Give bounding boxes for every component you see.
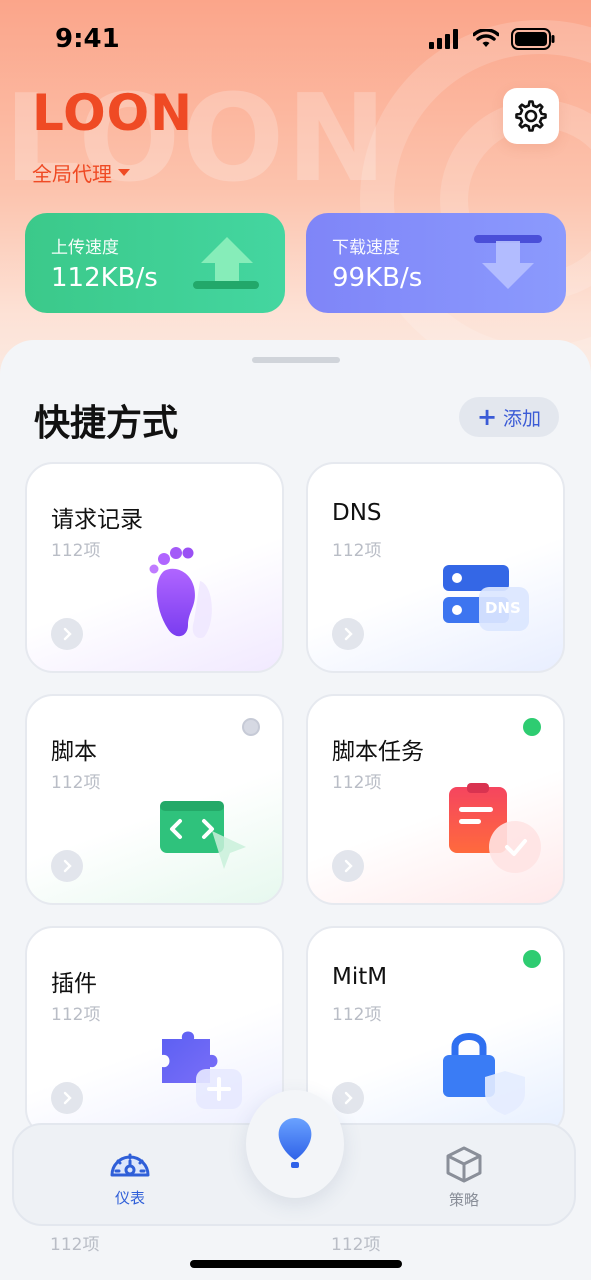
card-count: 112项 <box>332 1005 382 1025</box>
clipboard-task-icon <box>449 783 541 873</box>
dashboard-gauge-icon <box>110 1153 150 1177</box>
status-time: 9:41 <box>55 24 120 54</box>
lock-shield-icon <box>443 1033 525 1115</box>
card-open-button[interactable] <box>332 1082 364 1114</box>
wifi-icon <box>473 29 499 47</box>
card-count-peek-right: 112项 <box>331 1235 381 1255</box>
cube-icon <box>446 1146 482 1183</box>
card-count: 112项 <box>51 1005 101 1025</box>
card-open-button[interactable] <box>332 850 364 882</box>
card-open-button[interactable] <box>332 618 364 650</box>
upload-speed-label: 上传速度 <box>51 238 119 258</box>
card-count-peek-left: 112项 <box>50 1235 100 1255</box>
card-count: 112项 <box>332 773 382 793</box>
home-indicator[interactable] <box>190 1260 402 1268</box>
add-shortcut-button[interactable]: + 添加 <box>459 397 559 437</box>
card-open-button[interactable] <box>51 1082 83 1114</box>
footprint-icon <box>149 547 212 639</box>
plus-icon: + <box>476 403 498 431</box>
status-dot-on <box>523 950 541 968</box>
shortcut-card-plugins[interactable]: 插件 112项 <box>25 926 284 1137</box>
shortcut-card-dns[interactable]: DNS 112项 DNS <box>306 462 565 673</box>
tab-dashboard-label: 仪表 <box>114 1189 145 1207</box>
code-window-icon <box>160 801 246 869</box>
chevron-right-icon <box>63 1091 72 1105</box>
card-title: 请求记录 <box>51 507 143 533</box>
connect-toggle-button[interactable] <box>246 1090 344 1198</box>
tab-dashboard[interactable]: 仪表 <box>108 1145 152 1208</box>
sheet-grabber[interactable] <box>252 357 340 363</box>
shortcut-card-requests[interactable]: 请求记录 112项 <box>25 462 284 673</box>
download-speed-card[interactable]: 下载速度 99KB/s <box>306 213 566 313</box>
shortcut-card-mitm[interactable]: MitM 112项 <box>306 926 565 1137</box>
proxy-mode-label: 全局代理 <box>32 162 112 186</box>
upload-speed-value: 112KB/s <box>51 263 158 293</box>
chevron-right-icon <box>344 859 353 873</box>
chevron-right-icon <box>63 859 72 873</box>
card-title: 脚本 <box>51 739 97 765</box>
chevron-right-icon <box>344 1091 353 1105</box>
proxy-mode-selector[interactable]: 全局代理 <box>32 158 130 187</box>
status-dot-off <box>242 718 260 736</box>
card-count: 112项 <box>51 773 101 793</box>
status-dot-on <box>523 718 541 736</box>
tab-strategy-label: 策略 <box>448 1191 479 1209</box>
upload-arrow-icon <box>193 237 259 289</box>
shortcut-card-scripts[interactable]: 脚本 112项 <box>25 694 284 905</box>
cellular-signal-icon <box>429 29 458 49</box>
card-title: DNS <box>332 500 382 526</box>
status-bar: 9:41 <box>0 0 591 80</box>
upload-speed-card[interactable]: 上传速度 112KB/s <box>25 213 285 313</box>
status-icons <box>429 28 555 50</box>
download-speed-label: 下载速度 <box>332 238 400 258</box>
app-brand-title: LOON <box>32 84 193 142</box>
gear-icon <box>515 100 547 132</box>
download-speed-value: 99KB/s <box>332 263 423 293</box>
tab-strategy[interactable]: 策略 <box>444 1145 484 1210</box>
settings-button[interactable] <box>503 88 559 144</box>
download-arrow-icon <box>474 235 542 289</box>
card-open-button[interactable] <box>51 618 83 650</box>
dns-server-icon: DNS <box>433 559 533 645</box>
chevron-right-icon <box>63 627 72 641</box>
balloon-icon <box>278 1118 312 1168</box>
card-count: 112项 <box>51 541 101 561</box>
shortcut-card-script-tasks[interactable]: 脚本任务 112项 <box>306 694 565 905</box>
shortcuts-title: 快捷方式 <box>34 403 179 444</box>
battery-icon <box>511 28 555 50</box>
card-title: MitM <box>332 964 388 990</box>
add-shortcut-label: 添加 <box>503 407 542 430</box>
card-open-button[interactable] <box>51 850 83 882</box>
puzzle-icon <box>162 1031 242 1109</box>
chevron-right-icon <box>344 627 353 641</box>
card-title: 插件 <box>51 971 97 997</box>
dns-badge-text: DNS <box>485 599 521 617</box>
card-title: 脚本任务 <box>332 739 424 765</box>
caret-down-icon <box>118 169 130 176</box>
card-count: 112项 <box>332 541 382 561</box>
